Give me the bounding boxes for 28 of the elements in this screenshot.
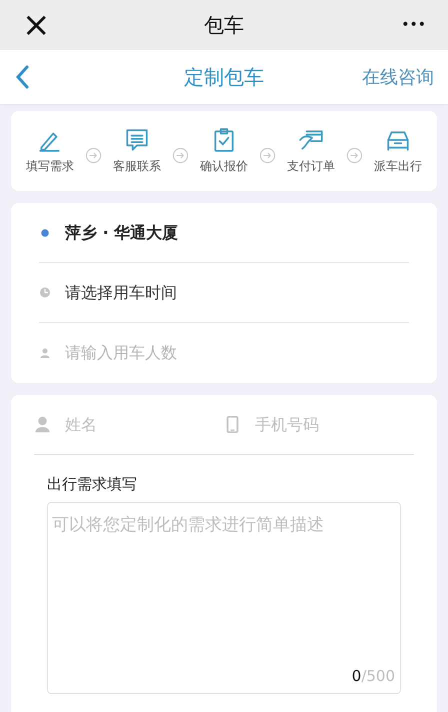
step-label: 确认报价: [200, 158, 248, 175]
requirements-label: 出行需求填写: [47, 474, 138, 495]
step-label: 支付订单: [287, 158, 335, 175]
consult-link[interactable]: 在线咨询: [362, 64, 434, 90]
nav-title: 定制包车: [184, 64, 264, 91]
more-button[interactable]: •••: [396, 14, 426, 36]
arrow-circle-icon: [85, 146, 102, 164]
char-count: 0: [352, 666, 362, 687]
name-input[interactable]: 姓名: [65, 412, 195, 436]
step-label: 派车出行: [374, 158, 422, 175]
phone-icon: [224, 416, 241, 433]
page-title: 包车: [204, 12, 244, 39]
clock-icon: [39, 286, 51, 299]
arrow-circle-icon: [259, 146, 276, 164]
location-dot-icon: [39, 228, 51, 238]
time-picker[interactable]: 请选择用车时间: [65, 280, 177, 304]
arrow-circle-icon: [346, 146, 363, 164]
people-input[interactable]: 请输入用车人数: [65, 341, 409, 365]
chat-icon: [124, 127, 150, 153]
char-limit: /500: [361, 666, 395, 687]
arrow-circle-icon: [172, 146, 189, 164]
step-label: 客服联系: [113, 158, 161, 175]
phone-input[interactable]: 手机号码: [255, 412, 385, 436]
person-icon: [34, 416, 51, 433]
location-field[interactable]: 萍乡 · 华通大厦: [65, 220, 178, 244]
person-icon: [39, 347, 51, 359]
step-label: 填写需求: [26, 158, 74, 175]
close-button[interactable]: ×: [22, 8, 52, 42]
